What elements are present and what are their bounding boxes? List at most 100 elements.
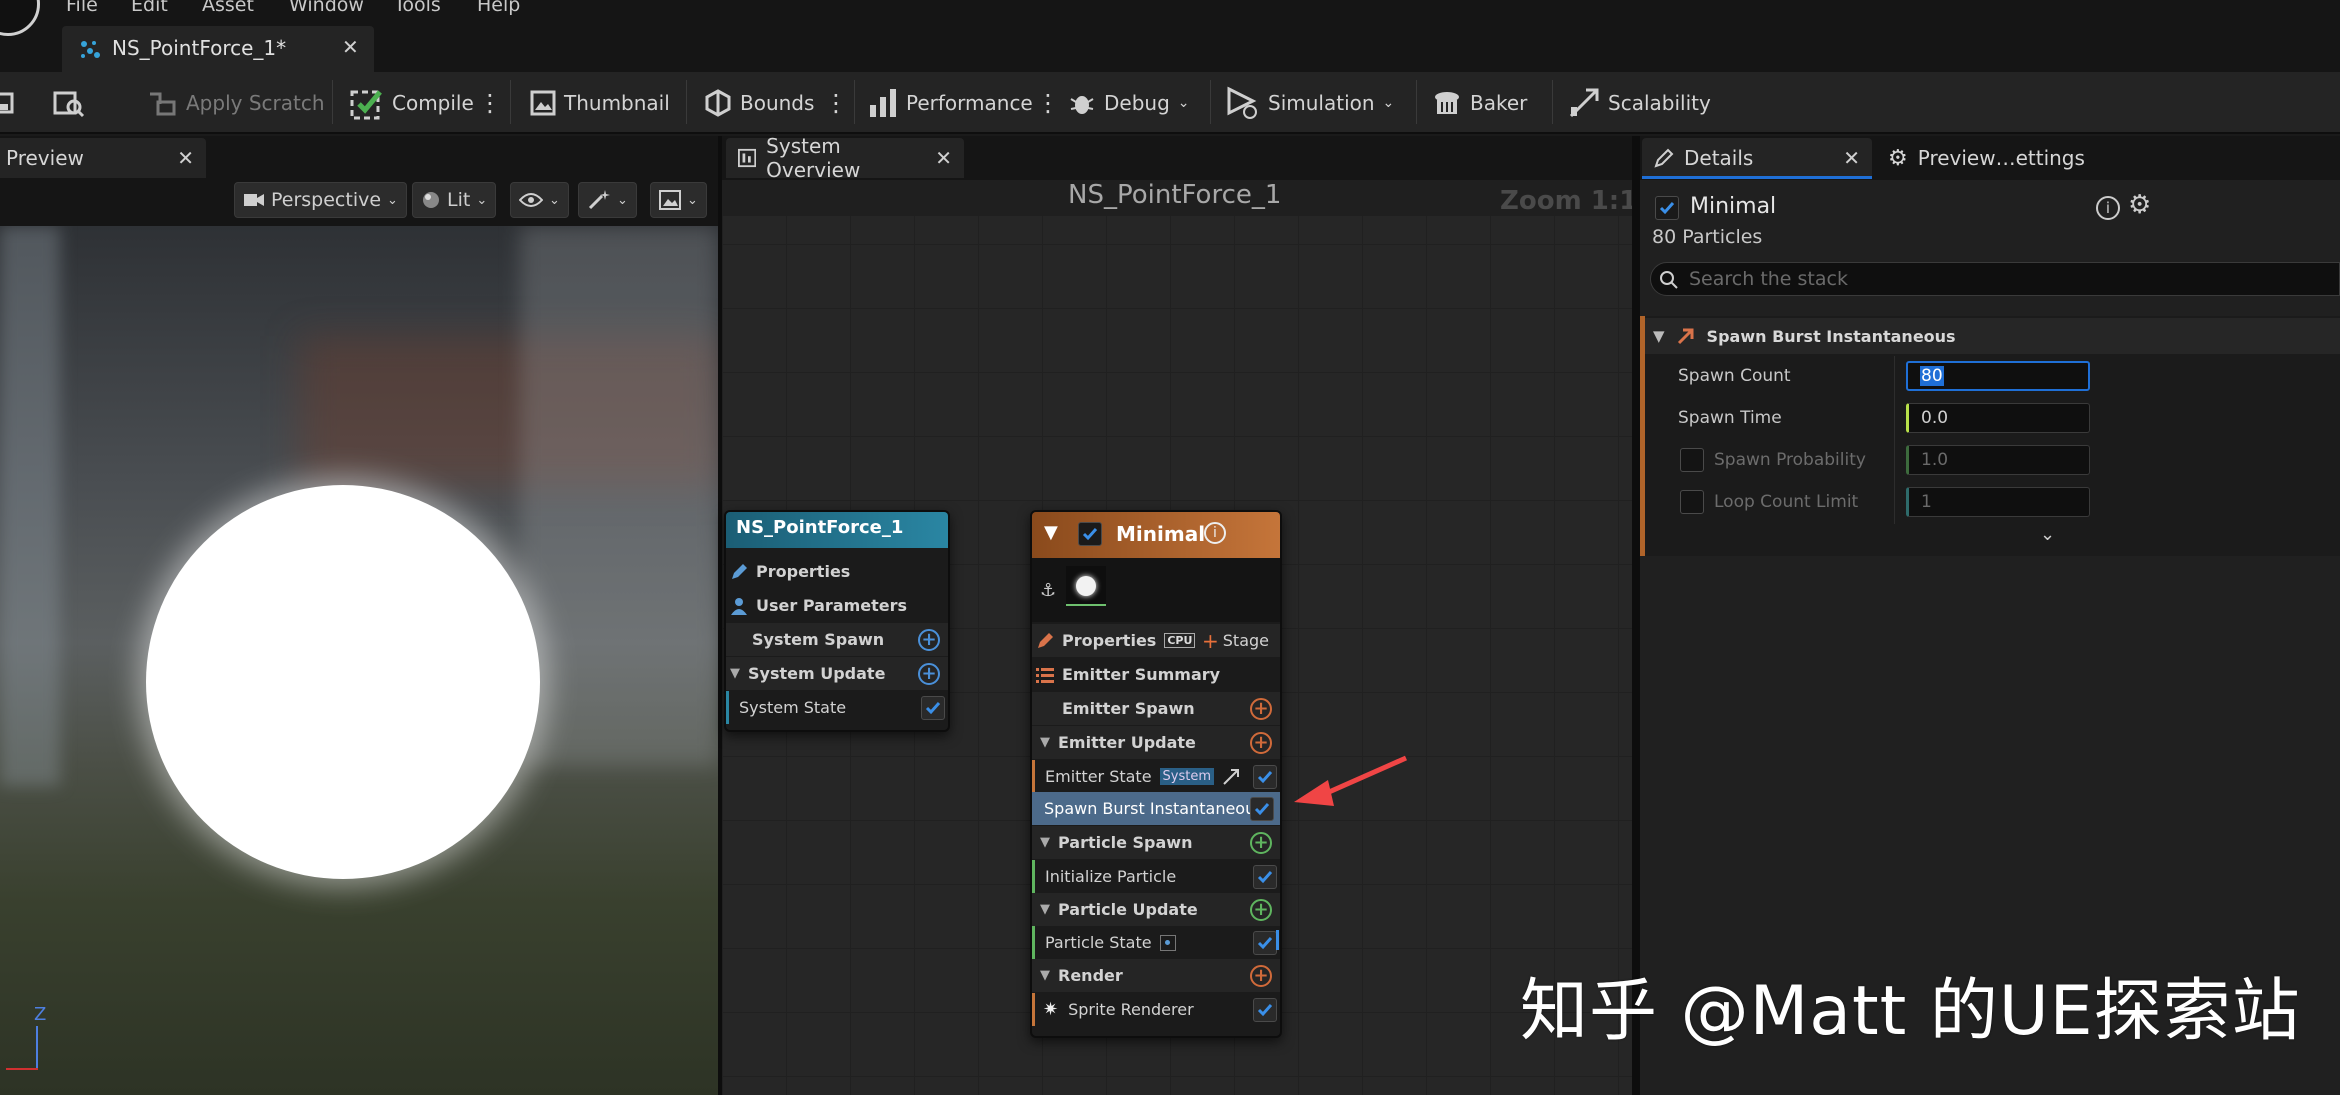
view-options-dropdown[interactable]: ⌄ bbox=[650, 182, 707, 218]
loop-count-limit-checkbox[interactable] bbox=[1680, 490, 1704, 514]
simulation-button[interactable]: Simulation ⌄ bbox=[1226, 72, 1394, 134]
collapse-triangle-icon[interactable]: ▼ bbox=[1040, 735, 1050, 750]
menu-file[interactable]: File bbox=[66, 0, 98, 16]
sprite-renderer-checkbox[interactable] bbox=[1253, 997, 1277, 1022]
apply-scratch-button[interactable]: Apply Scratch bbox=[146, 72, 325, 134]
sprite-renderer-row[interactable]: ✷ Sprite Renderer bbox=[1032, 993, 1280, 1026]
emitter-enable-checkbox[interactable] bbox=[1078, 522, 1102, 546]
menu-help[interactable]: Help bbox=[477, 0, 520, 16]
particle-state-row[interactable]: Particle State bbox=[1032, 926, 1280, 959]
compile-button[interactable]: Compile bbox=[350, 72, 474, 134]
effects-dropdown[interactable]: ⌄ bbox=[578, 182, 637, 218]
details-emitter-name: Minimal bbox=[1690, 194, 1777, 219]
add-stage-button[interactable]: + Stage bbox=[1202, 629, 1269, 653]
system-overview-tab-close-icon[interactable]: ✕ bbox=[935, 146, 952, 170]
spawn-probability-checkbox[interactable] bbox=[1680, 448, 1704, 472]
spawn-burst-checkbox[interactable] bbox=[1250, 796, 1274, 821]
menu-window[interactable]: Window bbox=[289, 0, 364, 16]
collapse-triangle-icon[interactable]: ▼ bbox=[1040, 968, 1050, 983]
loop-count-limit-value: 1 bbox=[1921, 492, 1932, 512]
panel-divider-right bbox=[1632, 136, 1640, 1095]
emitter-collapse-triangle-icon[interactable]: ▼ bbox=[1044, 522, 1058, 543]
particle-spawn-row[interactable]: ▼ Particle Spawn + bbox=[1032, 826, 1280, 859]
bounds-button[interactable]: Bounds bbox=[704, 72, 814, 134]
system-state-checkbox[interactable] bbox=[921, 695, 945, 720]
collapse-triangle-icon[interactable]: ▼ bbox=[1040, 835, 1050, 850]
details-tab-close-icon[interactable]: ✕ bbox=[1843, 146, 1860, 170]
system-overview-tab[interactable]: System Overview ✕ bbox=[726, 134, 964, 182]
particle-state-checkbox[interactable] bbox=[1253, 930, 1277, 955]
emitter-state-row[interactable]: Emitter State System bbox=[1032, 760, 1280, 793]
compile-options-icon[interactable]: ⋮ bbox=[478, 72, 502, 134]
particle-state-label: Particle State bbox=[1045, 933, 1152, 952]
add-system-update-icon[interactable]: + bbox=[918, 662, 940, 685]
menu-tools[interactable]: Tools bbox=[394, 0, 441, 16]
add-emitter-update-icon[interactable]: + bbox=[1250, 731, 1272, 754]
scalability-button[interactable]: Scalability bbox=[1568, 72, 1711, 134]
document-tab-close-icon[interactable]: ✕ bbox=[342, 35, 359, 59]
emitter-spawn-row[interactable]: Emitter Spawn + bbox=[1032, 692, 1280, 725]
details-info-icon[interactable]: i bbox=[2096, 196, 2120, 220]
info-icon[interactable]: i bbox=[1204, 522, 1226, 544]
system-spawn-row[interactable]: System Spawn + bbox=[726, 623, 948, 656]
emitter-update-row[interactable]: ▼ Emitter Update + bbox=[1032, 726, 1280, 759]
browse-asset-icon[interactable] bbox=[52, 72, 86, 134]
menu-asset[interactable]: Asset bbox=[202, 0, 254, 16]
performance-button[interactable]: Performance bbox=[868, 72, 1033, 134]
system-properties-label: Properties bbox=[756, 562, 851, 581]
emitter-enabled-checkbox[interactable] bbox=[1655, 196, 1679, 220]
emitter-properties-row[interactable]: Properties CPU + Stage bbox=[1032, 624, 1280, 657]
spawn-burst-section-header[interactable]: ▼ Spawn Burst Instantaneous bbox=[1645, 318, 2340, 354]
perspective-dropdown[interactable]: Perspective ⌄ bbox=[234, 182, 407, 218]
expand-advanced-chevron-icon[interactable]: ⌄ bbox=[2040, 524, 2055, 545]
add-emitter-spawn-icon[interactable]: + bbox=[1250, 697, 1272, 720]
save-icon[interactable] bbox=[0, 72, 16, 134]
system-node[interactable]: NS_PointForce_1 Properties User Paramete… bbox=[724, 510, 950, 732]
axis-z-label: Z bbox=[34, 1004, 47, 1025]
details-gear-icon[interactable]: ⚙ bbox=[2128, 190, 2151, 220]
user-parameters-row[interactable]: User Parameters bbox=[726, 589, 948, 622]
spawn-burst-instantaneous-row[interactable]: Spawn Burst Instantaneous bbox=[1032, 792, 1280, 825]
initialize-particle-checkbox[interactable] bbox=[1253, 864, 1277, 889]
emitter-summary-label: Emitter Summary bbox=[1062, 665, 1221, 684]
spawn-count-input[interactable]: 80 bbox=[1906, 361, 2090, 391]
emitter-summary-row[interactable]: Emitter Summary bbox=[1032, 658, 1280, 691]
collapse-triangle-icon[interactable]: ▼ bbox=[730, 666, 740, 681]
collapse-triangle-icon[interactable]: ▼ bbox=[1653, 327, 1665, 345]
add-particle-update-icon[interactable]: + bbox=[1250, 898, 1272, 921]
system-properties-row[interactable]: Properties bbox=[726, 555, 948, 588]
system-update-row[interactable]: ▼ System Update + bbox=[726, 657, 948, 690]
add-system-spawn-icon[interactable]: + bbox=[918, 628, 940, 651]
debug-button[interactable]: Debug ⌄ bbox=[1068, 72, 1190, 134]
system-state-row[interactable]: System State bbox=[726, 691, 948, 724]
spawn-time-input[interactable]: 0.0 bbox=[1906, 403, 2090, 433]
loop-count-limit-input[interactable]: 1 bbox=[1906, 487, 2090, 517]
bounds-options-icon[interactable]: ⋮ bbox=[824, 72, 848, 134]
document-tab[interactable]: NS_PointForce_1* ✕ bbox=[62, 26, 374, 72]
thumbnail-button[interactable]: Thumbnail bbox=[530, 72, 670, 134]
axis-z-line bbox=[36, 1026, 38, 1070]
preview-tab-close-icon[interactable]: ✕ bbox=[177, 146, 194, 170]
add-particle-spawn-icon[interactable]: + bbox=[1250, 831, 1272, 854]
menu-edit[interactable]: Edit bbox=[131, 0, 168, 16]
show-dropdown[interactable]: ⌄ bbox=[510, 182, 569, 218]
collapse-triangle-icon[interactable]: ▼ bbox=[1040, 902, 1050, 917]
emitter-node[interactable]: ▼ Minimal i ⚓ Properties CPU + Stage Emit… bbox=[1030, 510, 1282, 1038]
emitter-state-checkbox[interactable] bbox=[1253, 764, 1277, 789]
details-tab[interactable]: Details ✕ bbox=[1642, 138, 1872, 178]
preview-viewport[interactable]: Z bbox=[0, 226, 718, 1095]
pencil-icon bbox=[732, 563, 747, 579]
lit-dropdown[interactable]: Lit ⌄ bbox=[412, 182, 497, 218]
performance-options-icon[interactable]: ⋮ bbox=[1036, 72, 1060, 134]
emitter-thumbnail[interactable] bbox=[1066, 566, 1106, 606]
particle-update-row[interactable]: ▼ Particle Update + bbox=[1032, 893, 1280, 926]
stack-search-input[interactable]: Search the stack bbox=[1650, 262, 2340, 296]
baker-button[interactable]: Baker bbox=[1432, 72, 1527, 134]
preview-settings-tab[interactable]: ⚙ Preview…ettings bbox=[1876, 138, 2097, 178]
initialize-particle-row[interactable]: Initialize Particle bbox=[1032, 860, 1280, 893]
debug-label: Debug bbox=[1104, 91, 1170, 115]
add-renderer-icon[interactable]: + bbox=[1250, 964, 1272, 987]
spawn-probability-input[interactable]: 1.0 bbox=[1906, 445, 2090, 475]
render-row[interactable]: ▼ Render + bbox=[1032, 959, 1280, 992]
preview-tab[interactable]: Preview ✕ bbox=[0, 138, 206, 178]
